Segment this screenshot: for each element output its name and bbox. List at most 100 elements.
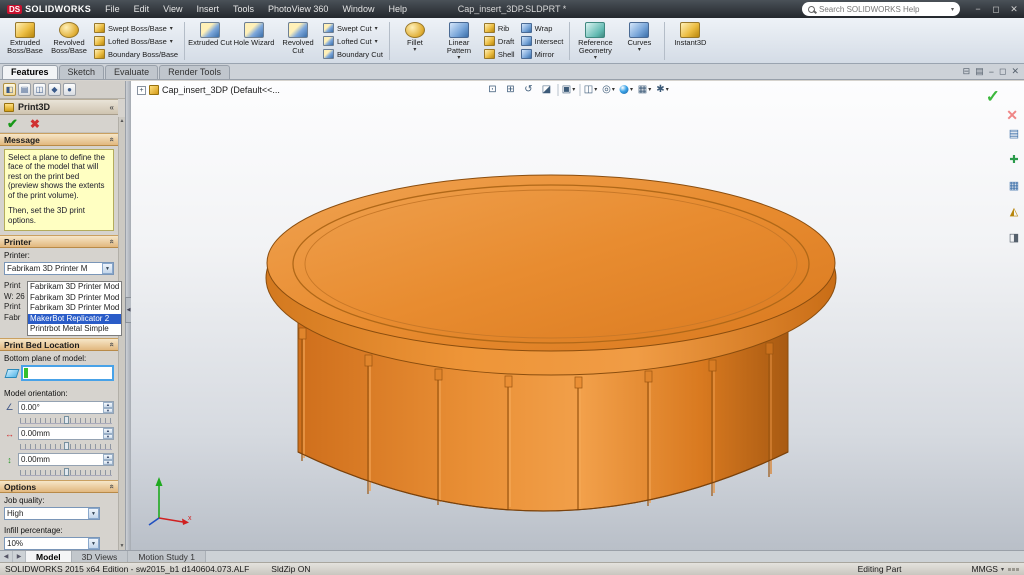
property-manager-tab-icon[interactable]: ▤ bbox=[18, 83, 31, 96]
extruded-cut-button[interactable]: Extruded Cut bbox=[188, 20, 232, 62]
printer-option-selected[interactable]: MakerBot Replicator 2 bbox=[28, 314, 121, 325]
expand-tree-icon[interactable]: + bbox=[137, 86, 146, 95]
spin-down-icon[interactable]: ▼ bbox=[103, 408, 113, 414]
units-selector[interactable]: MMGS ▾ bbox=[972, 564, 1004, 574]
tab-scroll-right-icon[interactable]: ▶ bbox=[13, 551, 26, 562]
feature-tree-root-label[interactable]: Cap_insert_3DP (Default<<... bbox=[162, 85, 280, 95]
slider-thumb[interactable] bbox=[64, 442, 69, 450]
options-section-header[interactable]: Options « bbox=[0, 480, 118, 493]
cap-model[interactable] bbox=[266, 175, 836, 511]
viewport-layout-icon[interactable]: ▤ bbox=[975, 66, 984, 77]
minimize-button[interactable]: − bbox=[971, 4, 985, 14]
hide-show-items-button[interactable]: ◎▾ bbox=[601, 82, 616, 97]
message-section-header[interactable]: Message « bbox=[0, 133, 118, 146]
view-orientation-button[interactable]: ▣▾ bbox=[561, 82, 576, 97]
menu-help[interactable]: Help bbox=[381, 0, 414, 18]
offset-x-input[interactable]: 0.00mm ▲ ▼ bbox=[18, 427, 114, 440]
wrap-button[interactable]: Wrap bbox=[521, 22, 564, 34]
infill-combobox[interactable]: 10% ▼ bbox=[4, 537, 100, 550]
model-canvas[interactable] bbox=[131, 81, 1024, 550]
spin-down-icon[interactable]: ▼ bbox=[103, 434, 113, 440]
search-dropdown-icon[interactable]: ▾ bbox=[951, 6, 954, 13]
restore-doc-icon[interactable]: ◻ bbox=[999, 66, 1006, 77]
feature-manager-tab-icon[interactable]: ◧ bbox=[3, 83, 16, 96]
instant3d-button[interactable]: Instant3D bbox=[668, 20, 712, 62]
tab-evaluate[interactable]: Evaluate bbox=[105, 65, 158, 79]
resources-tab-icon[interactable]: ▤ bbox=[1006, 125, 1022, 141]
slider-thumb[interactable] bbox=[64, 416, 69, 424]
edit-appearance-button[interactable]: ▾ bbox=[619, 82, 634, 97]
tab-motion-study[interactable]: Motion Study 1 bbox=[128, 551, 206, 562]
mirror-button[interactable]: Mirror bbox=[521, 48, 564, 60]
printer-section-header[interactable]: Printer « bbox=[0, 235, 118, 248]
fillet-button[interactable]: Fillet ▾ bbox=[393, 20, 437, 62]
menu-tools[interactable]: Tools bbox=[226, 0, 261, 18]
close-doc-icon[interactable]: ✕ bbox=[1011, 66, 1019, 77]
draft-button[interactable]: Draft bbox=[484, 35, 515, 47]
hole-wizard-button[interactable]: Hole Wizard bbox=[232, 20, 276, 62]
slider-thumb[interactable] bbox=[64, 468, 69, 476]
tab-scroll-left-icon[interactable]: ◀ bbox=[0, 551, 13, 562]
swept-boss-button[interactable]: Swept Boss/Base ▾ bbox=[94, 22, 178, 34]
offset-x-slider[interactable] bbox=[20, 442, 112, 450]
plane-selection-box[interactable] bbox=[21, 365, 114, 381]
printer-option[interactable]: Printrbot Metal Simple bbox=[28, 324, 121, 335]
tab-sketch[interactable]: Sketch bbox=[59, 65, 105, 79]
restore-button[interactable]: ◻ bbox=[989, 4, 1003, 15]
offset-y-input[interactable]: 0.00mm ▲ ▼ bbox=[18, 453, 114, 466]
printer-option[interactable]: Fabrikam 3D Printer Mod bbox=[28, 303, 121, 314]
boundary-cut-button[interactable]: Boundary Cut bbox=[323, 48, 383, 60]
curves-button[interactable]: Curves ▾ bbox=[617, 20, 661, 62]
reference-geometry-button[interactable]: Reference Geometry ▾ bbox=[573, 20, 617, 62]
appearances-tab-icon[interactable]: ◭ bbox=[1006, 203, 1022, 219]
menu-photoview[interactable]: PhotoView 360 bbox=[261, 0, 335, 18]
custom-properties-tab-icon[interactable]: ◨ bbox=[1006, 229, 1022, 245]
tab-features[interactable]: Features bbox=[2, 65, 58, 79]
menu-insert[interactable]: Insert bbox=[190, 0, 227, 18]
design-library-tab-icon[interactable]: ✚ bbox=[1006, 151, 1022, 167]
extruded-boss-base-button[interactable]: Extruded Boss/Base bbox=[3, 20, 47, 62]
menu-window[interactable]: Window bbox=[335, 0, 381, 18]
lofted-cut-button[interactable]: Lofted Cut ▾ bbox=[323, 35, 383, 47]
menu-file[interactable]: File bbox=[98, 0, 127, 18]
collapse-panel-icon[interactable]: « bbox=[110, 103, 114, 112]
printer-combobox[interactable]: Fabrikam 3D Printer M ▼ bbox=[4, 262, 114, 275]
display-style-button[interactable]: ◫▾ bbox=[583, 82, 598, 97]
combobox-arrow-icon[interactable]: ▼ bbox=[88, 538, 99, 549]
intersect-button[interactable]: Intersect bbox=[521, 35, 564, 47]
split-pane-icon[interactable]: ⊟ bbox=[963, 66, 971, 77]
configuration-manager-tab-icon[interactable]: ◫ bbox=[33, 83, 46, 96]
tab-3d-views[interactable]: 3D Views bbox=[72, 551, 129, 562]
tab-model[interactable]: Model bbox=[26, 551, 72, 562]
cancel-button[interactable]: ✖ bbox=[30, 117, 40, 131]
file-explorer-tab-icon[interactable]: ▦ bbox=[1006, 177, 1022, 193]
revolved-cut-button[interactable]: Revolved Cut bbox=[276, 20, 320, 62]
minimize-doc-icon[interactable]: − bbox=[989, 67, 994, 77]
boundary-boss-button[interactable]: Boundary Boss/Base bbox=[94, 48, 178, 60]
menu-edit[interactable]: Edit bbox=[127, 0, 157, 18]
lofted-boss-button[interactable]: Lofted Boss/Base ▾ bbox=[94, 35, 178, 47]
combobox-arrow-icon[interactable]: ▼ bbox=[102, 263, 113, 274]
section-view-button[interactable]: ◪ bbox=[539, 82, 554, 97]
linear-pattern-button[interactable]: Linear Pattern ▾ bbox=[437, 20, 481, 62]
combobox-arrow-icon[interactable]: ▼ bbox=[88, 508, 99, 519]
print-bed-location-section-header[interactable]: Print Bed Location « bbox=[0, 338, 118, 351]
angle-input[interactable]: 0.00° ▲ ▼ bbox=[18, 401, 114, 414]
zoom-fit-button[interactable]: ⊡ bbox=[485, 82, 500, 97]
angle-slider[interactable] bbox=[20, 416, 112, 424]
scroll-up-icon[interactable]: ▲ bbox=[120, 118, 125, 124]
close-button[interactable]: ✕ bbox=[1007, 4, 1021, 15]
tab-render-tools[interactable]: Render Tools bbox=[159, 65, 230, 79]
scroll-down-icon[interactable]: ▼ bbox=[120, 543, 125, 549]
dimxpert-tab-icon[interactable]: ◆ bbox=[48, 83, 61, 96]
shell-button[interactable]: Shell bbox=[484, 48, 515, 60]
apply-scene-button[interactable]: ▦▾ bbox=[637, 82, 652, 97]
offset-y-slider[interactable] bbox=[20, 468, 112, 476]
previous-view-button[interactable]: ↺ bbox=[521, 82, 536, 97]
revolved-boss-base-button[interactable]: Revolved Boss/Base bbox=[47, 20, 91, 62]
graphics-area[interactable]: + Cap_insert_3DP (Default<<... ⊡ ⊞ ↺ ◪ ▣… bbox=[131, 81, 1024, 550]
printer-option[interactable]: Fabrikam 3D Printer Mod bbox=[28, 282, 121, 293]
model-top-face[interactable] bbox=[267, 175, 835, 351]
confirm-ok-icon[interactable]: ✓ bbox=[986, 87, 1000, 106]
view-settings-button[interactable]: ✱▾ bbox=[655, 82, 670, 97]
